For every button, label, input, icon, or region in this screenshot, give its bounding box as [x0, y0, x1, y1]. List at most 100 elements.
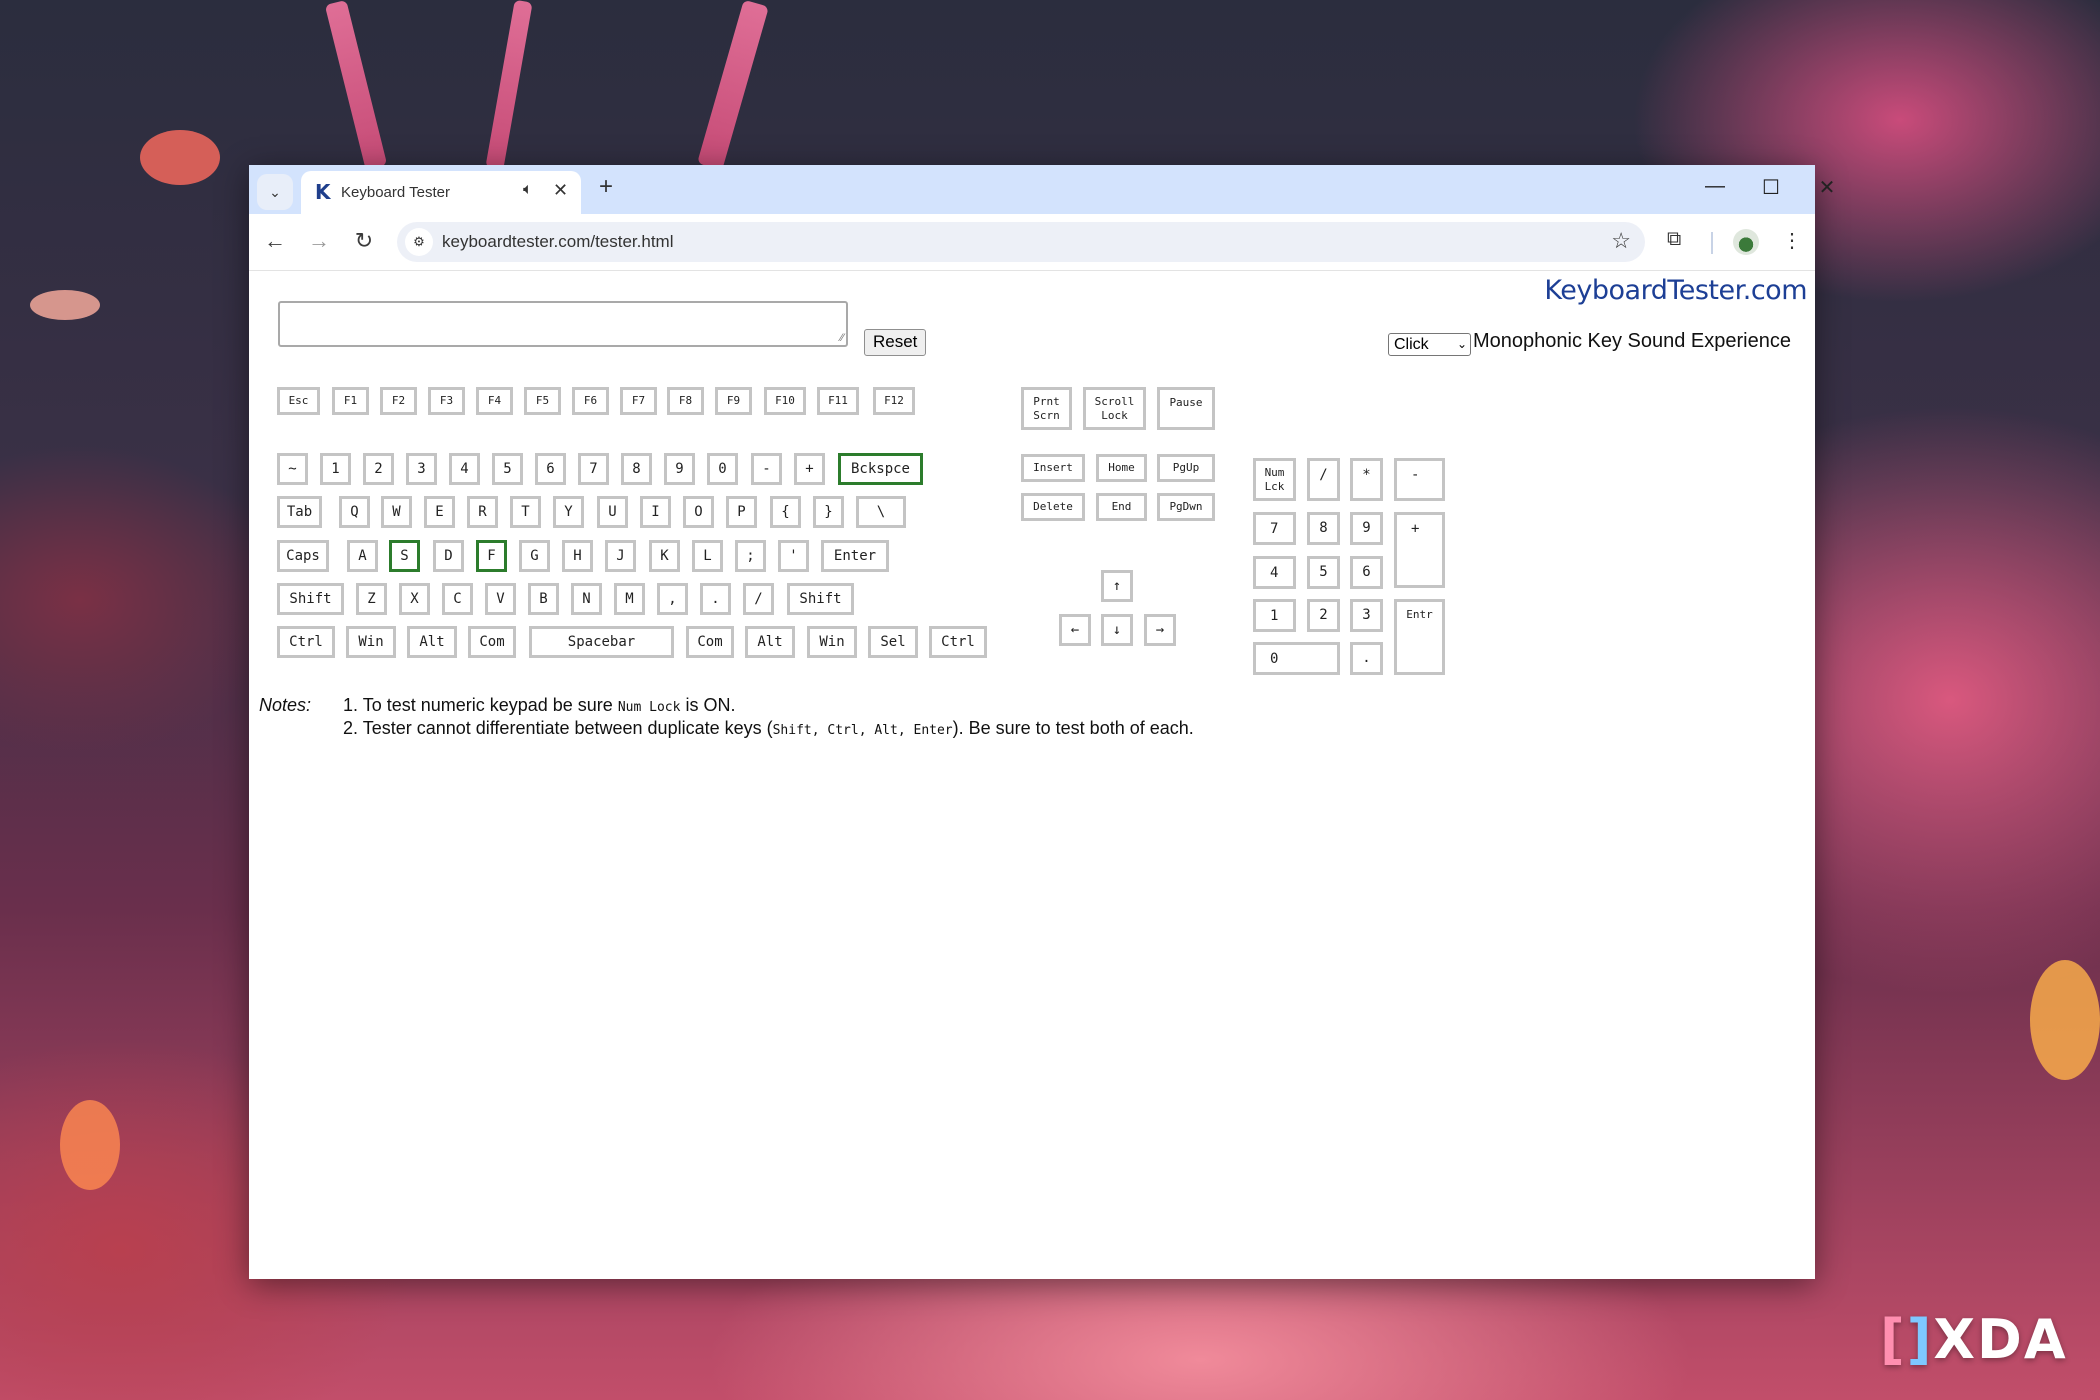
key-symbol[interactable]: +: [794, 453, 825, 485]
key-win[interactable]: Win: [346, 626, 396, 658]
key-b[interactable]: B: [528, 583, 559, 615]
key-7[interactable]: 7: [1253, 512, 1296, 545]
key-1[interactable]: 1: [320, 453, 351, 485]
key-4[interactable]: 4: [449, 453, 480, 485]
key-k[interactable]: K: [649, 540, 680, 572]
key-7[interactable]: 7: [578, 453, 609, 485]
menu-icon[interactable]: ⋮: [1782, 228, 1802, 253]
key-t[interactable]: T: [510, 496, 541, 528]
key-q[interactable]: Q: [339, 496, 370, 528]
key-m[interactable]: M: [614, 583, 645, 615]
new-tab-button[interactable]: +: [599, 175, 613, 199]
key-f12[interactable]: F12: [873, 387, 915, 415]
key-4[interactable]: 4: [1253, 556, 1296, 589]
key-8[interactable]: 8: [1307, 512, 1340, 545]
key-0[interactable]: 0: [707, 453, 738, 485]
key-input-textarea[interactable]: ⁄⁄: [278, 301, 848, 347]
close-window-button[interactable]: ✕: [1807, 175, 1847, 200]
key-p[interactable]: P: [726, 496, 757, 528]
key-delete[interactable]: Delete: [1021, 493, 1085, 521]
tab-keyboard-tester[interactable]: K Keyboard Tester 🔈︎ ✕: [301, 171, 581, 214]
key-f6[interactable]: F6: [572, 387, 609, 415]
key-d[interactable]: D: [433, 540, 464, 572]
key-f9[interactable]: F9: [715, 387, 752, 415]
close-tab-icon[interactable]: ✕: [553, 180, 568, 201]
key-ctrl[interactable]: Ctrl: [277, 626, 335, 658]
key-alt[interactable]: Alt: [407, 626, 457, 658]
address-bar[interactable]: ⚙ keyboardtester.com/tester.html ☆: [397, 222, 1645, 262]
sound-select[interactable]: Click ⌄: [1388, 333, 1471, 356]
key-symbol[interactable]: →: [1144, 614, 1176, 646]
key-j[interactable]: J: [605, 540, 636, 572]
key-f4[interactable]: F4: [476, 387, 513, 415]
key-3[interactable]: 3: [406, 453, 437, 485]
key-symbol[interactable]: \: [856, 496, 906, 528]
key-g[interactable]: G: [519, 540, 550, 572]
key-c[interactable]: C: [442, 583, 473, 615]
key-pgdwn[interactable]: PgDwn: [1157, 493, 1215, 521]
minimize-button[interactable]: —: [1695, 175, 1735, 198]
reload-button[interactable]: ↻: [349, 228, 379, 254]
key-n[interactable]: N: [571, 583, 602, 615]
key-f11[interactable]: F11: [817, 387, 859, 415]
key-s[interactable]: S: [389, 540, 420, 572]
key-e[interactable]: E: [424, 496, 455, 528]
key-symbol[interactable]: .: [700, 583, 731, 615]
key-symbol[interactable]: }: [813, 496, 844, 528]
key-o[interactable]: O: [683, 496, 714, 528]
key-symbol[interactable]: /: [1307, 458, 1340, 501]
key-symbol[interactable]: *: [1350, 458, 1383, 501]
key-5[interactable]: 5: [492, 453, 523, 485]
key-alt[interactable]: Alt: [745, 626, 795, 658]
key-r[interactable]: R: [467, 496, 498, 528]
key-8[interactable]: 8: [621, 453, 652, 485]
resize-grip-icon[interactable]: ⁄⁄: [840, 332, 844, 344]
key-f7[interactable]: F7: [620, 387, 657, 415]
key-sel[interactable]: Sel: [868, 626, 918, 658]
key-a[interactable]: A: [347, 540, 378, 572]
key-win[interactable]: Win: [807, 626, 857, 658]
key-w[interactable]: W: [381, 496, 412, 528]
key-symbol[interactable]: ;: [735, 540, 766, 572]
key-tab[interactable]: Tab: [277, 496, 322, 528]
key-f5[interactable]: F5: [524, 387, 561, 415]
key-l[interactable]: L: [692, 540, 723, 572]
site-logo[interactable]: KeyboardTester.com: [1544, 275, 1807, 306]
key-symbol[interactable]: ↓: [1101, 614, 1133, 646]
key-f[interactable]: F: [476, 540, 507, 572]
key-symbol[interactable]: ↑: [1101, 570, 1133, 602]
key-1[interactable]: 1: [1253, 599, 1296, 632]
key-symbol[interactable]: -: [751, 453, 782, 485]
key-9[interactable]: 9: [1350, 512, 1383, 545]
key-symbol[interactable]: ,: [657, 583, 688, 615]
key-f8[interactable]: F8: [667, 387, 704, 415]
key-f3[interactable]: F3: [428, 387, 465, 415]
extensions-icon[interactable]: ⧉: [1667, 228, 1681, 251]
key-f10[interactable]: F10: [764, 387, 806, 415]
key-v[interactable]: V: [485, 583, 516, 615]
key-9[interactable]: 9: [664, 453, 695, 485]
key-symbol[interactable]: ~: [277, 453, 308, 485]
key-3[interactable]: 3: [1350, 599, 1383, 632]
key-numlck[interactable]: Num Lck: [1253, 458, 1296, 501]
key-com[interactable]: Com: [468, 626, 516, 658]
key-i[interactable]: I: [640, 496, 671, 528]
back-button[interactable]: ←: [260, 228, 290, 254]
key-symbol[interactable]: ←: [1059, 614, 1091, 646]
key-com[interactable]: Com: [686, 626, 734, 658]
key-0[interactable]: 0: [1253, 642, 1340, 675]
key-enter[interactable]: Enter: [821, 540, 889, 572]
key-symbol[interactable]: ': [778, 540, 809, 572]
key-shift[interactable]: Shift: [787, 583, 854, 615]
key-esc[interactable]: Esc: [277, 387, 320, 415]
key-2[interactable]: 2: [1307, 599, 1340, 632]
key-scrolllock[interactable]: Scroll Lock: [1083, 387, 1146, 430]
site-info-icon[interactable]: ⚙: [405, 228, 433, 256]
key-entr[interactable]: Entr: [1394, 599, 1445, 675]
key-symbol[interactable]: -: [1394, 458, 1445, 501]
key-u[interactable]: U: [597, 496, 628, 528]
forward-button[interactable]: →: [304, 228, 334, 254]
key-pause[interactable]: Pause: [1157, 387, 1215, 430]
bookmark-star-icon[interactable]: ☆: [1611, 228, 1631, 254]
key-6[interactable]: 6: [535, 453, 566, 485]
